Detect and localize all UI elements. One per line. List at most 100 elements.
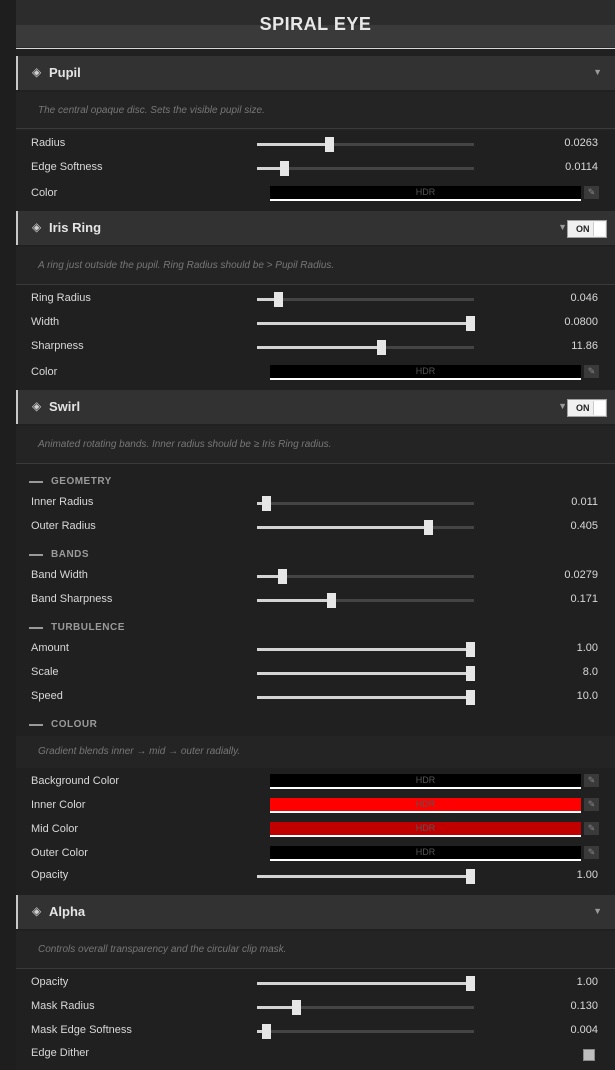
divider [16, 128, 615, 129]
color-swatch-background[interactable]: HDR [270, 774, 581, 789]
label-radius: Radius [31, 137, 66, 149]
value-mask-radius: 0.130 [570, 1000, 598, 1012]
slider-band-sharpness[interactable] [257, 593, 474, 608]
subheader-turbulence[interactable]: TURBULENCE [16, 618, 615, 638]
eyedropper-icon[interactable]: ✎ [584, 846, 599, 859]
row-speed: Speed 10.0 [16, 686, 615, 710]
row-band-sharpness: Band Sharpness 0.171 [16, 589, 615, 613]
label-color: Color [31, 366, 58, 378]
label-sharpness: Sharpness [31, 340, 84, 352]
label-speed: Speed [31, 690, 63, 702]
caret-down-icon[interactable]: ▼ [593, 67, 602, 77]
slider-handle[interactable] [273, 292, 283, 307]
slider-amount[interactable] [257, 642, 475, 657]
slider-handle[interactable] [280, 161, 290, 176]
slider-handle[interactable] [424, 520, 434, 535]
slider-handle[interactable] [261, 496, 271, 511]
subheader-bands[interactable]: BANDS [16, 545, 615, 565]
section-header-pupil[interactable]: ◈ Pupil ▼ [16, 56, 615, 90]
slider-swirl-opacity[interactable] [257, 869, 475, 884]
slider-handle[interactable] [465, 690, 475, 705]
color-swatch-iris[interactable]: HDR [270, 365, 581, 380]
slider-handle[interactable] [277, 569, 287, 584]
slider-mask-edge-softness[interactable] [257, 1024, 474, 1039]
iris-ring-toggle[interactable]: ON [567, 220, 607, 238]
section-title-iris-ring: Iris Ring [49, 220, 102, 235]
subheader-colour[interactable]: COLOUR [16, 715, 615, 735]
hdr-label: HDR [415, 366, 436, 376]
slider-alpha-opacity[interactable] [257, 976, 475, 991]
eyedropper-icon[interactable]: ✎ [584, 822, 599, 835]
section-header-swirl[interactable]: ◈ Swirl ▼ ON [16, 390, 615, 424]
hdr-label: HDR [415, 187, 436, 197]
section-title-alpha: Alpha [49, 904, 86, 919]
color-swatch-pupil[interactable]: HDR [270, 186, 581, 201]
label-mask-edge-softness: Mask Edge Softness [31, 1024, 132, 1036]
value-inner-radius: 0.011 [571, 496, 598, 508]
title-bar: SPIRAL EYE [16, 0, 615, 49]
section-title-swirl: Swirl [49, 399, 81, 414]
label-outer-radius: Outer Radius [31, 520, 96, 532]
slider-handle[interactable] [465, 869, 475, 884]
value-swirl-opacity: 1.00 [576, 869, 598, 881]
value-sharpness: 11.86 [571, 340, 598, 352]
value-band-width: 0.0279 [564, 569, 598, 581]
label-width: Width [31, 316, 60, 328]
eyedropper-icon[interactable]: ✎ [584, 798, 599, 811]
section-title-pupil: Pupil [49, 65, 81, 80]
slider-handle[interactable] [292, 1000, 302, 1015]
slider-handle[interactable] [465, 642, 475, 657]
label-inner-radius: Inner Radius [31, 496, 94, 508]
divider [16, 968, 615, 969]
slider-handle[interactable] [465, 666, 475, 681]
collapse-dash-icon [29, 724, 43, 726]
slider-outer-radius[interactable] [257, 520, 474, 535]
slider-radius[interactable] [257, 137, 474, 152]
slider-speed[interactable] [257, 690, 475, 705]
eyedropper-icon[interactable]: ✎ [584, 365, 599, 378]
label-edge-dither: Edge Dither [31, 1047, 90, 1059]
slider-handle[interactable] [465, 316, 475, 331]
caret-down-icon[interactable]: ▼ [558, 401, 567, 411]
caret-down-icon[interactable]: ▼ [558, 222, 567, 232]
value-outer-radius: 0.405 [570, 520, 598, 532]
edge-dither-checkbox[interactable] [583, 1049, 595, 1061]
slider-sharpness[interactable] [257, 340, 474, 355]
slider-mask-radius[interactable] [257, 1000, 474, 1015]
section-header-iris-ring[interactable]: ◈ Iris Ring ▼ ON [16, 211, 615, 245]
color-swatch-outer[interactable]: HDR [270, 846, 581, 861]
slider-inner-radius[interactable] [257, 496, 474, 511]
eyedropper-icon[interactable]: ✎ [584, 774, 599, 787]
slider-handle[interactable] [465, 976, 475, 991]
color-swatch-mid[interactable]: HDR [270, 822, 581, 837]
row-sharpness: Sharpness 11.86 [16, 336, 615, 360]
section-description-swirl: Animated rotating bands. Inner radius sh… [16, 426, 615, 464]
label-ring-radius: Ring Radius [31, 292, 91, 304]
slider-band-width[interactable] [257, 569, 474, 584]
slider-handle[interactable] [261, 1024, 271, 1039]
slider-width[interactable] [257, 316, 475, 331]
subheader-title: TURBULENCE [51, 622, 125, 633]
slider-handle[interactable] [326, 593, 336, 608]
slider-edge-softness[interactable] [257, 161, 474, 176]
label-opacity: Opacity [31, 869, 69, 881]
slider-scale[interactable] [257, 666, 475, 681]
slider-ring-radius[interactable] [257, 292, 474, 307]
value-scale: 8.0 [582, 666, 598, 678]
eyedropper-icon[interactable]: ✎ [584, 186, 599, 199]
collapse-dash-icon [29, 554, 43, 556]
subheader-title: BANDS [51, 549, 90, 560]
color-swatch-inner[interactable]: HDR [270, 798, 581, 813]
subheader-geometry[interactable]: GEOMETRY [16, 472, 615, 492]
label-outer-color: Outer Color [31, 847, 88, 859]
section-header-alpha[interactable]: ◈ Alpha ▼ [16, 895, 615, 929]
label-opacity: Opacity [31, 976, 69, 988]
row-inner-radius: Inner Radius 0.011 [16, 492, 615, 516]
slider-handle[interactable] [324, 137, 334, 152]
caret-down-icon[interactable]: ▼ [593, 906, 602, 916]
divider [16, 463, 615, 464]
swirl-toggle[interactable]: ON [567, 399, 607, 417]
slider-handle[interactable] [376, 340, 386, 355]
diamond-icon: ◈ [32, 904, 42, 918]
row-outer-radius: Outer Radius 0.405 [16, 516, 615, 540]
